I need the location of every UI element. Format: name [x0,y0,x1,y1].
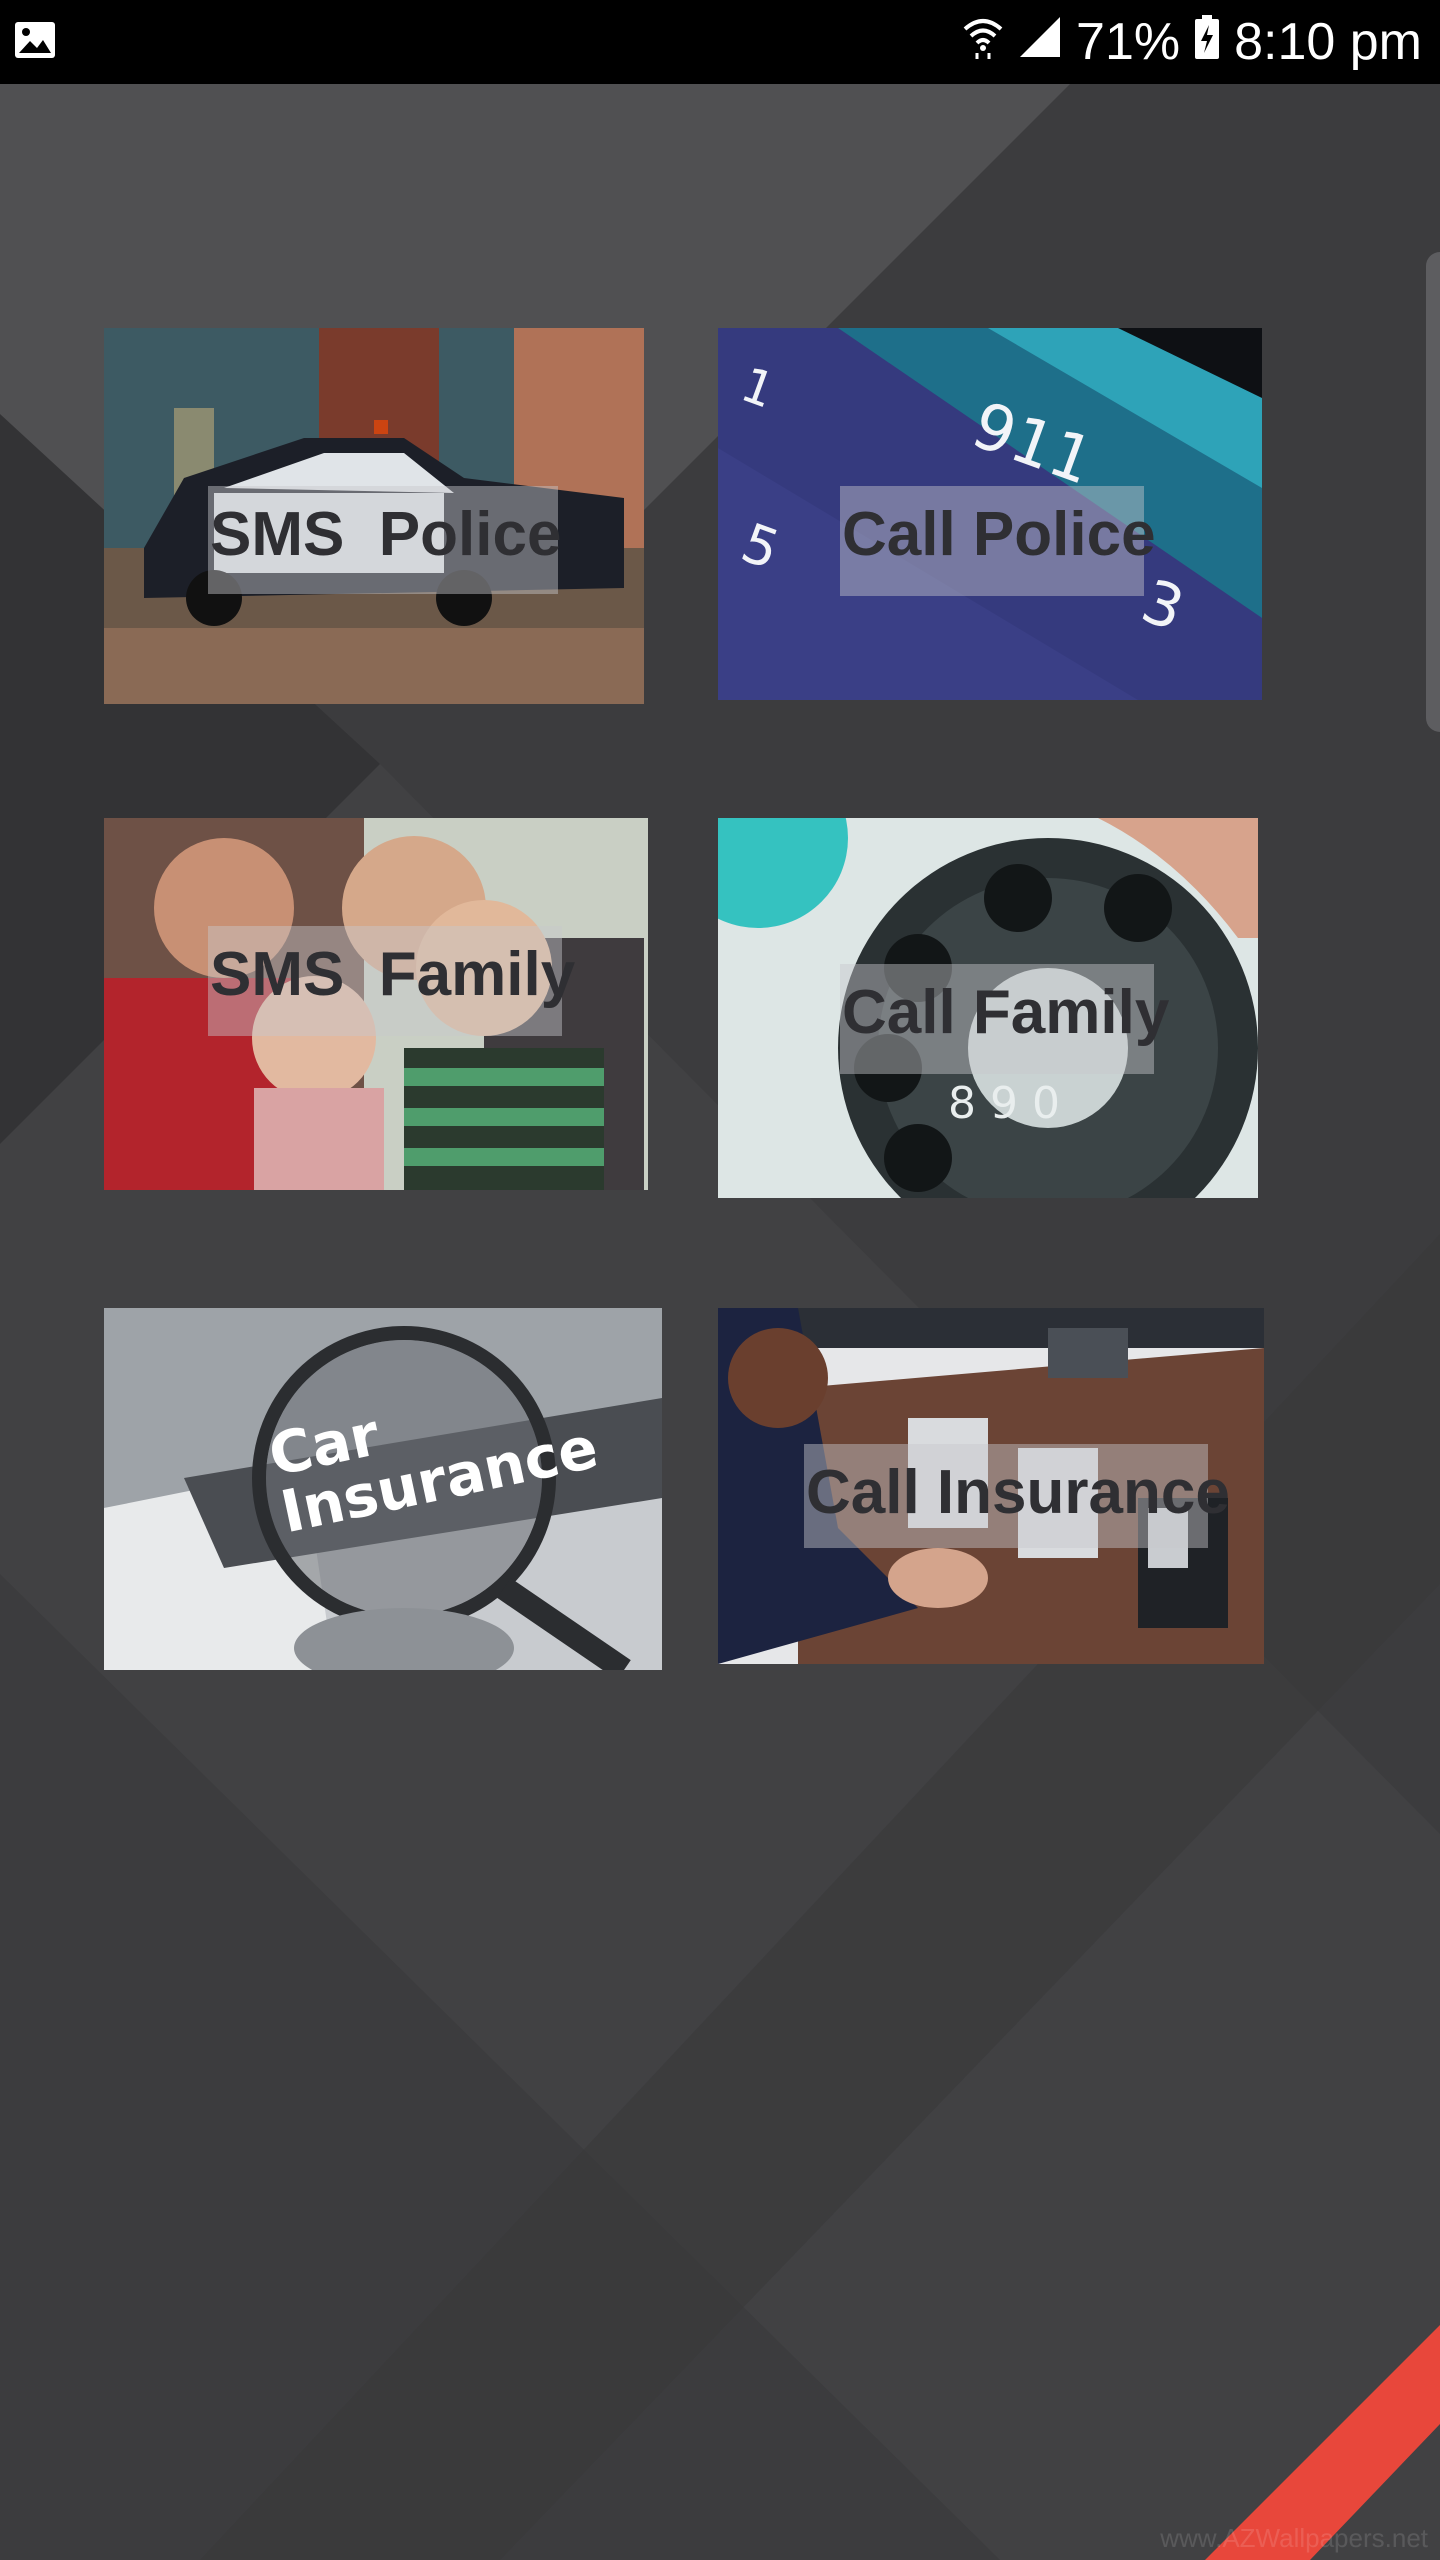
wifi-icon [962,12,1004,72]
signal-icon [1018,12,1062,72]
watermark-text: www.AZWallpapers.net [1160,2523,1428,2553]
car-insurance-tile[interactable]: Car Insurance [104,1308,662,1670]
clock: 8:10 pm [1234,13,1422,71]
call-family-tile[interactable]: 8 9 0 Call Family [718,818,1258,1198]
call-family-label: Call Family [840,964,1169,1074]
sms-family-label: SMS Family [208,926,575,1036]
side-panel-handle[interactable] [1426,252,1440,732]
call-police-label: Call Police [840,486,1156,596]
sms-police-label: SMS Police [208,486,561,594]
sms-family-tile[interactable]: SMS Family [104,818,648,1190]
battery-percent: 71% [1076,13,1181,71]
call-police-tile[interactable]: 911 1 5 3 Call Police [718,328,1262,700]
gallery-notification-icon [14,21,56,64]
svg-text:8 9 0: 8 9 0 [948,1078,1060,1129]
battery-charging-icon [1194,12,1220,72]
status-bar: 71% 8:10 pm [0,0,1440,84]
call-insurance-tile[interactable]: Call Insurance [718,1308,1264,1664]
call-insurance-label: Call Insurance [804,1444,1230,1548]
sms-police-tile[interactable]: SMS Police [104,328,644,704]
